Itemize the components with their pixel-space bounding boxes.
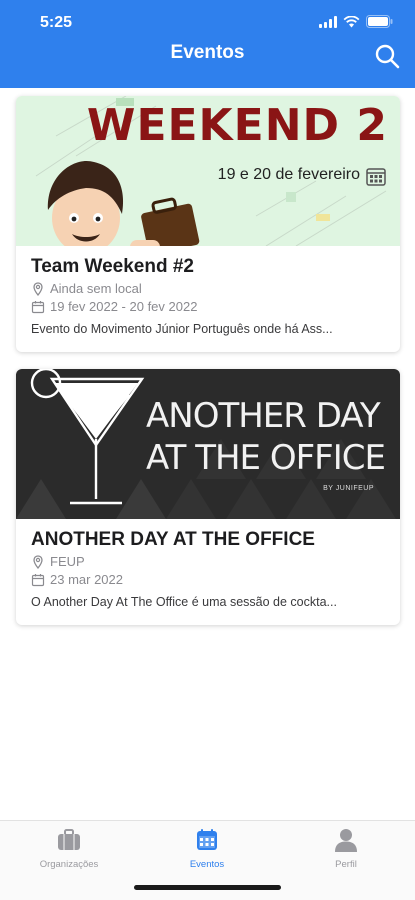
calendar-icon [366,168,386,186]
briefcase-icon [58,829,80,850]
banner-byline: BY JUNIFEUP [323,485,374,492]
event-location-text: FEUP [50,554,85,569]
banner-title: WEEKEND 2 [86,100,388,151]
location-pin-icon [33,555,43,569]
calendar-icon [197,829,217,850]
tab-eventos[interactable]: Eventos [138,827,276,870]
event-location-text: Ainda sem local [50,281,142,296]
cocktail-glass-icon [30,369,145,505]
calendar-icon [31,574,45,587]
tab-perfil[interactable]: Perfil [277,827,415,870]
wifi-icon [343,15,360,27]
person-icon [335,829,357,852]
banner-title-line1: ANOTHER DAY [146,396,381,436]
event-location: FEUP [31,553,385,571]
event-card[interactable]: WEEKEND 2 19 e 20 de fevereiro Team Week… [16,96,400,352]
event-list: WEEKEND 2 19 e 20 de fevereiro Team Week… [16,96,400,642]
search-icon[interactable] [373,42,401,70]
event-description: Evento do Movimento Júnior Português ond… [31,322,333,336]
page-title: Eventos [170,42,245,63]
event-description: O Another Day At The Office é uma sessão… [31,595,337,609]
banner-title-line2: AT THE OFFICE [146,438,386,478]
battery-icon [366,15,393,28]
home-indicator [134,885,281,890]
tab-label: Organizações [39,859,99,870]
banner-title: ANOTHER DAY AT THE OFFICE [146,395,386,479]
calendar-icon [31,301,45,314]
banner-date: 19 e 20 de fevereiro [217,166,360,183]
event-banner-image: WEEKEND 2 19 e 20 de fevereiro [16,96,400,246]
status-time: 5:25 [40,14,73,31]
event-info: Team Weekend #2 Ainda sem local 19 fev 2… [16,246,400,352]
event-dates-text: 19 fev 2022 - 20 fev 2022 [50,299,198,314]
event-card[interactable]: ANOTHER DAY AT THE OFFICE BY JUNIFEUP AN… [16,369,400,625]
cartoon-character-illustration [47,160,200,246]
signal-icon [319,15,337,28]
tab-label: Perfil [335,859,357,870]
event-location: Ainda sem local [31,280,385,298]
status-bar: 5:25 [0,0,415,40]
status-icons [319,15,393,28]
event-info: ANOTHER DAY AT THE OFFICE FEUP 23 mar 20… [16,519,400,625]
location-pin-icon [33,282,43,296]
tab-label: Eventos [189,859,225,870]
event-title: ANOTHER DAY AT THE OFFICE [31,529,315,550]
event-dates-text: 23 mar 2022 [50,572,123,587]
event-dates: 23 mar 2022 [31,571,385,589]
event-dates: 19 fev 2022 - 20 fev 2022 [31,298,385,316]
event-banner-image: ANOTHER DAY AT THE OFFICE BY JUNIFEUP [16,369,400,519]
event-title: Team Weekend #2 [31,256,194,277]
app-header: 5:25 Eventos [0,0,415,88]
tab-organizacoes[interactable]: Organizações [0,827,138,870]
